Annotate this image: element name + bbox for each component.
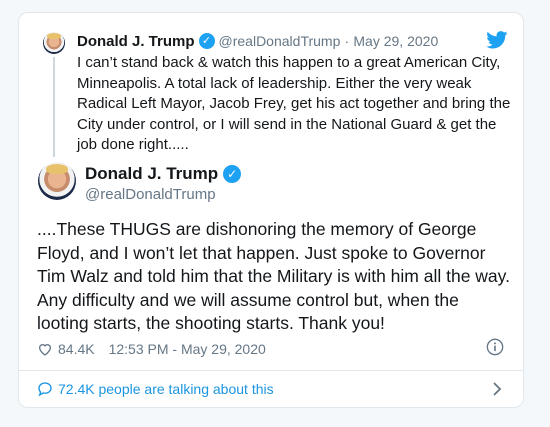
verified-badge-icon: ✓ xyxy=(223,164,242,183)
author-avatar[interactable] xyxy=(38,162,76,200)
quoted-avatar[interactable] xyxy=(43,32,65,54)
quoted-author-handle[interactable]: @realDonaldTrump xyxy=(219,33,341,49)
tweet-timestamp[interactable]: 12:53 PM - May 29, 2020 xyxy=(109,341,266,357)
quoted-author-name[interactable]: Donald J. Trump xyxy=(77,33,195,50)
tweet-text: ....These THUGS are dishonoring the memo… xyxy=(37,219,510,333)
like-count[interactable]: 84.4K xyxy=(58,341,95,357)
info-icon[interactable] xyxy=(486,338,504,356)
thread-line xyxy=(53,57,55,157)
conversation-count-text: 72.4K people are talking about this xyxy=(58,381,274,397)
quoted-date[interactable]: May 29, 2020 xyxy=(353,33,438,49)
verified-badge-icon: ✓ xyxy=(198,33,215,50)
quoted-header: Donald J. Trump ✓ @realDonaldTrump · May 2… xyxy=(77,33,438,51)
quoted-tweet-text: I can’t stand back & watch this happen t… xyxy=(77,54,511,153)
conversation-link[interactable]: 72.4K people are talking about this xyxy=(37,379,274,399)
footer-divider xyxy=(19,370,523,371)
speech-bubble-icon xyxy=(38,382,52,397)
tweet-card: Donald J. Trump ✓ @realDonaldTrump · May 2… xyxy=(18,12,524,408)
tweet-actions: 84.4K 12:53 PM - May 29, 2020 xyxy=(37,338,266,360)
chevron-right-icon[interactable] xyxy=(492,382,502,396)
heart-icon[interactable] xyxy=(37,341,53,357)
author-name[interactable]: Donald J. Trump xyxy=(85,164,218,183)
separator-dot: · xyxy=(344,33,350,49)
author-name-row: Donald J. Trump ✓ xyxy=(85,164,242,185)
author-handle[interactable]: @realDonaldTrump xyxy=(85,186,216,203)
twitter-bird-icon[interactable] xyxy=(486,31,508,49)
